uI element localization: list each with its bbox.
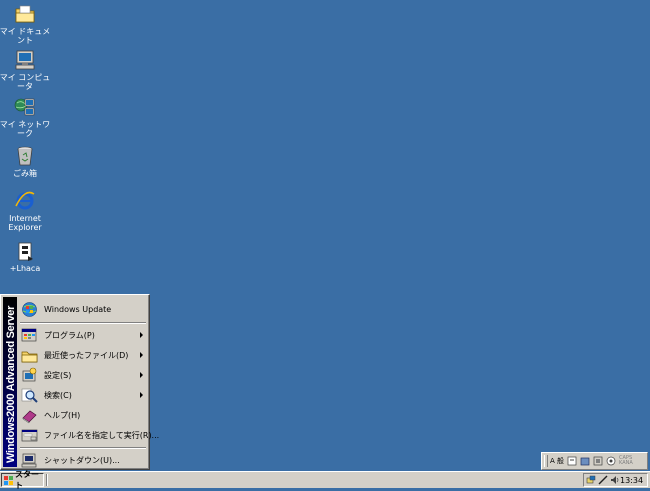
lhaca-icon [14,240,36,262]
windows-flag-icon [4,475,13,485]
menu-item-label: 最近使ったファイル(D) [44,350,129,360]
menu-item-programs[interactable]: プログラム(P) [19,325,147,345]
documents-folder-icon [21,347,38,364]
menu-item-label: 検索(C) [44,390,72,400]
volume-icon[interactable] [610,475,620,485]
network-icon [14,96,36,118]
menu-separator [20,447,146,449]
ime-mode-text[interactable]: A 般 [550,456,564,466]
system-tray: 13:34 [583,473,648,487]
desktop-icon-label: マイ ドキュメント [0,27,51,45]
menu-separator [20,322,146,324]
pen-icon[interactable] [598,475,608,485]
network-status-icon[interactable] [586,475,596,485]
menu-item-label: Windows Update [44,304,112,314]
start-menu-banner-text: Windows2000 Advanced Server [5,305,17,463]
menu-item-label: ファイル名を指定して実行(R)... [44,430,160,440]
ime-pad-icon[interactable] [567,456,577,466]
desktop-icon-my-documents[interactable]: マイ ドキュメント [0,3,52,45]
help-book-icon [21,407,38,424]
programs-icon [21,327,38,344]
run-icon [21,427,38,444]
submenu-arrow-icon [140,332,143,338]
windows-update-icon [21,301,38,318]
menu-item-run[interactable]: ファイル名を指定して実行(R)... [19,425,159,445]
menu-item-label: 設定(S) [44,370,72,380]
desktop-icon-lhaca[interactable]: +Lhaca [0,240,52,273]
start-menu: Windows2000 Advanced Server Windows Upda… [0,294,159,470]
ime-tool-icon[interactable] [593,456,603,466]
taskbar: スタート 13:34 [0,470,650,490]
computer-icon [14,49,36,71]
taskbar-divider [46,474,48,486]
taskbar-clock[interactable]: 13:34 [620,476,643,485]
desktop-icon-label: ごみ箱 [13,169,37,178]
menu-item-search[interactable]: 検索(C) [19,385,147,405]
menu-item-label: シャットダウン(U)... [44,455,120,465]
desktop-icon-label: マイ コンピュータ [0,73,51,91]
desktop-icon-recycle-bin[interactable]: ごみ箱 [0,145,52,178]
caps-kana-indicator: CAPS KANA [619,455,633,466]
recycle-bin-icon [14,145,36,167]
menu-item-shutdown[interactable]: シャットダウン(U)... [19,450,147,470]
start-menu-banner: Windows2000 Advanced Server [3,297,17,467]
language-bar[interactable]: A 般 CAPS KANA [541,452,648,470]
menu-item-help[interactable]: ヘルプ(H) [19,405,147,425]
desktop-icon-label: Internet Explorer [8,214,42,232]
menu-item-windows-update[interactable]: Windows Update [19,299,147,319]
shutdown-icon [21,452,38,469]
settings-icon [21,367,38,384]
menu-item-label: ヘルプ(H) [44,410,81,420]
folder-icon [14,3,36,25]
menu-item-label: プログラム(P) [44,330,95,340]
ie-icon [14,190,36,212]
language-bar-grip[interactable] [544,455,548,467]
desktop-icon-internet-explorer[interactable]: Internet Explorer [0,190,52,232]
submenu-arrow-icon [140,372,143,378]
desktop-icon-my-computer[interactable]: マイ コンピュータ [0,49,52,91]
desktop-icon-label: マイ ネットワーク [0,120,51,138]
ime-help-icon[interactable] [606,456,616,466]
desktop-icon-my-network[interactable]: マイ ネットワーク [0,96,52,138]
desktop-icon-label: +Lhaca [9,264,41,273]
start-button[interactable]: スタート [1,470,44,490]
menu-item-settings[interactable]: 設定(S) [19,365,147,385]
submenu-arrow-icon [140,392,143,398]
submenu-arrow-icon [140,352,143,358]
menu-item-documents[interactable]: 最近使ったファイル(D) [19,345,147,365]
ime-dictionary-icon[interactable] [580,456,590,466]
search-icon [21,387,38,404]
